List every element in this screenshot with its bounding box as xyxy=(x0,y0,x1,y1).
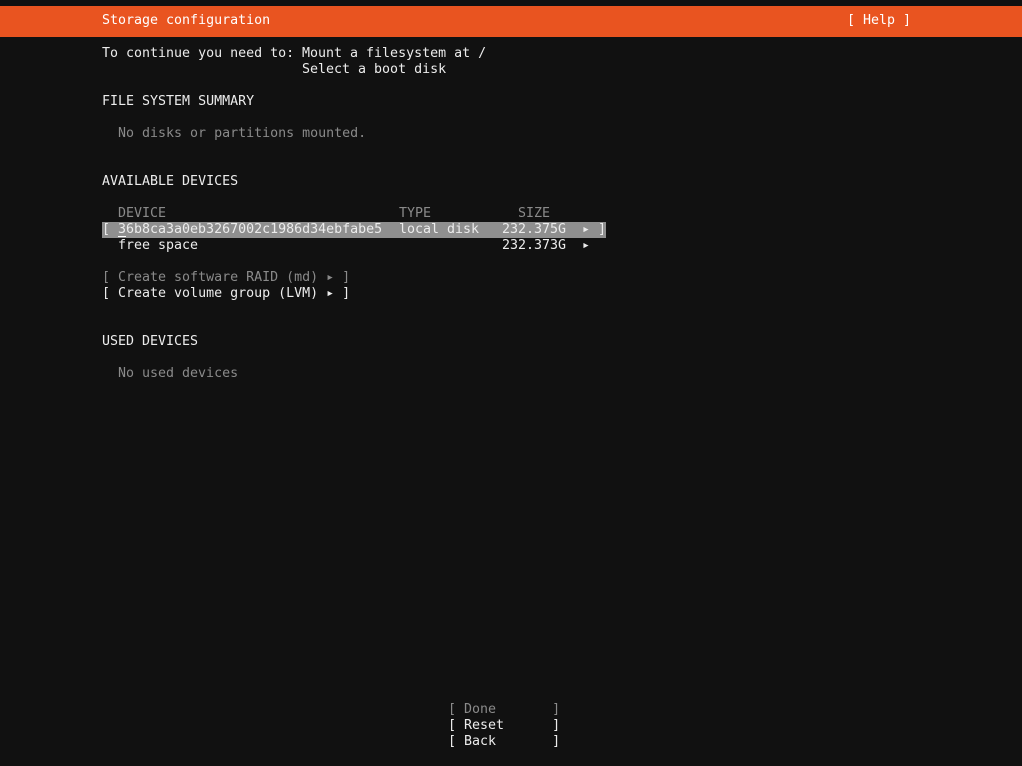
free-space-menu-arrow-icon[interactable]: ▸ xyxy=(582,238,590,254)
help-button[interactable]: [ Help ] xyxy=(847,13,911,29)
title-bar: Storage configuration [ Help ] xyxy=(0,6,1022,37)
row-bracket-close: ] xyxy=(598,222,607,237)
device-name[interactable]: 36b8ca3a0eb3267002c1986d34ebfabe5 xyxy=(118,222,382,238)
done-button[interactable]: [ Done ] xyxy=(448,702,560,718)
free-space-size: 232.373G xyxy=(502,238,567,253)
fs-summary-empty: No disks or partitions mounted. xyxy=(118,126,367,141)
requirement-item: Mount a filesystem at / xyxy=(302,46,487,61)
requirements-label: To continue you need to: xyxy=(102,46,295,61)
page-title: Storage configuration xyxy=(102,13,271,28)
used-devices-heading: USED DEVICES xyxy=(102,334,199,349)
text-cursor xyxy=(118,236,126,237)
fs-summary-heading: FILE SYSTEM SUMMARY xyxy=(102,94,255,109)
available-devices-heading: AVAILABLE DEVICES xyxy=(102,174,239,189)
device-type: local disk xyxy=(399,222,480,237)
reset-button[interactable]: [ Reset ] xyxy=(448,718,560,734)
back-button[interactable]: [ Back ] xyxy=(448,734,560,750)
requirement-item: Select a boot disk xyxy=(302,62,447,77)
column-header-device: DEVICE xyxy=(118,206,167,221)
row-bracket-open: [ xyxy=(102,222,111,237)
free-space-label[interactable]: free space xyxy=(118,238,198,254)
create-raid-button: [ Create software RAID (md) ▸ ] xyxy=(102,270,351,285)
device-menu-arrow-icon[interactable]: ▸ xyxy=(582,222,590,238)
column-header-type: TYPE xyxy=(399,206,432,221)
create-lvm-button[interactable]: [ Create volume group (LVM) ▸ ] xyxy=(102,286,350,302)
used-devices-empty: No used devices xyxy=(118,366,239,381)
column-header-size: SIZE xyxy=(518,206,551,221)
device-size: 232.375G xyxy=(502,222,567,237)
